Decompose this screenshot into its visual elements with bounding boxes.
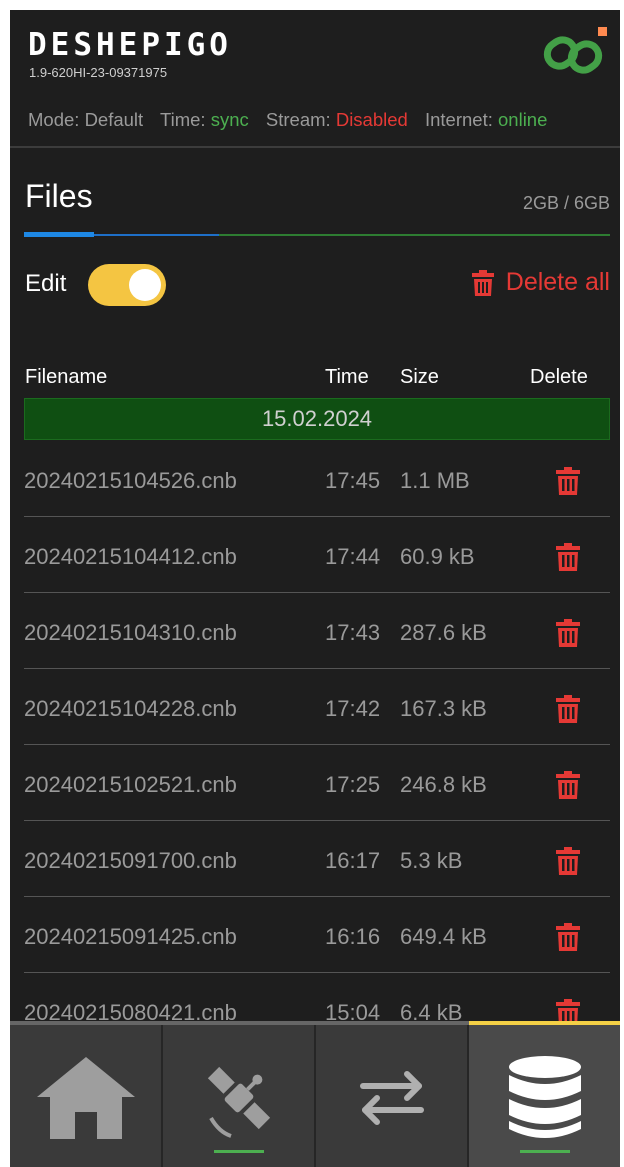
storage-usage: 2GB / 6GB <box>522 193 610 213</box>
time-status: Time: sync <box>160 109 249 130</box>
file-name: 20240215091425.cnb <box>24 924 237 949</box>
file-name: 20240215104228.cnb <box>24 696 237 721</box>
nav-home[interactable] <box>10 1025 163 1167</box>
app-screen: DESHEPIGO 1.9-620HI-23-09371975 Mode: De… <box>10 10 620 1167</box>
mode-label: Mode: <box>28 109 80 130</box>
mode-status: Mode: Default <box>28 109 143 130</box>
column-header-time[interactable]: Time <box>325 366 369 389</box>
internet-label: Internet: <box>424 109 493 130</box>
file-name: 20240215102521.cnb <box>24 772 237 797</box>
file-size: 60.9 kB <box>400 544 475 569</box>
time-value: sync <box>210 109 249 130</box>
trash-icon <box>556 543 580 571</box>
status-bar: Mode: Default Time: sync Stream: Disable… <box>28 109 547 131</box>
file-name: 20240215104310.cnb <box>24 620 237 645</box>
transfer-icon <box>359 1071 424 1125</box>
file-time: 17:45 <box>325 468 381 493</box>
column-header-filename[interactable]: Filename <box>25 366 107 389</box>
internet-value: online <box>498 109 548 130</box>
file-time: 17:42 <box>325 696 381 721</box>
nav-satellite-underline <box>213 1150 264 1153</box>
connection-link-icon[interactable] <box>541 25 611 81</box>
page-title: Files <box>25 178 93 214</box>
stream-value: Disabled <box>335 109 408 130</box>
delete-all-button[interactable]: Delete all <box>471 268 610 297</box>
file-time: 17:43 <box>325 620 381 645</box>
file-list: 20240215104526.cnb 17:45 1.1 MB 20240215104… <box>10 441 620 1049</box>
file-row[interactable]: 20240215102521.cnb 17:25 246.8 kB <box>10 745 620 821</box>
trash-icon <box>556 847 580 875</box>
file-row[interactable]: 20240215091425.cnb 16:16 649.4 kB <box>10 897 620 973</box>
column-header-delete: Delete <box>530 366 588 388</box>
stream-status: Stream: Disabled <box>266 109 408 130</box>
file-row[interactable]: 20240215104228.cnb 17:42 167.3 kB <box>10 669 620 745</box>
edit-toggle-knob <box>129 269 161 301</box>
file-row[interactable]: 20240215104310.cnb 17:43 287.6 kB <box>10 593 620 669</box>
storage-progress-tab-indicator <box>24 232 94 237</box>
file-time: 17:25 <box>325 772 381 797</box>
file-size: 246.8 kB <box>400 772 487 797</box>
mode-value: Default <box>84 109 144 130</box>
file-name: 20240215104412.cnb <box>24 544 237 569</box>
trash-icon <box>556 695 580 723</box>
file-time: 16:17 <box>325 848 381 873</box>
internet-status: Internet: online <box>425 109 547 130</box>
file-name: 20240215091700.cnb <box>24 848 237 873</box>
storage-progress-bar <box>24 232 610 238</box>
delete-all-label: Delete all <box>505 268 610 296</box>
header: DESHEPIGO 1.9-620HI-23-09371975 Mode: De… <box>10 10 620 146</box>
trash-icon <box>556 619 580 647</box>
home-icon <box>36 1057 135 1139</box>
file-time: 16:16 <box>325 924 381 949</box>
nav-transfer[interactable] <box>316 1025 469 1167</box>
nav-files[interactable] <box>469 1021 620 1167</box>
column-header-size[interactable]: Size <box>400 366 439 389</box>
nav-files-underline <box>519 1150 570 1153</box>
file-time: 17:44 <box>325 544 381 569</box>
stream-label: Stream: <box>265 109 331 130</box>
device-serial: 1.9-620HI-23-09371975 <box>29 65 168 80</box>
time-label: Time: <box>160 109 206 130</box>
app-logo: DESHEPIGO <box>28 27 232 63</box>
nav-satellite[interactable] <box>163 1025 316 1167</box>
file-size: 287.6 kB <box>400 620 487 645</box>
file-size: 649.4 kB <box>400 924 487 949</box>
file-row[interactable]: 20240215091700.cnb 16:17 5.3 kB <box>10 821 620 897</box>
file-row[interactable]: 20240215104526.cnb 17:45 1.1 MB <box>10 441 620 517</box>
trash-icon <box>556 923 580 951</box>
bottom-navigation <box>10 1021 620 1167</box>
header-divider <box>10 146 620 148</box>
trash-icon <box>556 467 580 495</box>
date-group-header: 15.02.2024 <box>24 398 610 440</box>
trash-icon <box>471 269 494 296</box>
database-icon <box>508 1056 581 1138</box>
edit-label: Edit <box>25 270 67 297</box>
satellite-icon <box>207 1066 270 1138</box>
edit-toggle[interactable] <box>88 264 166 306</box>
file-size: 5.3 kB <box>400 848 463 873</box>
file-size: 1.1 MB <box>400 468 470 493</box>
file-size: 167.3 kB <box>400 696 487 721</box>
trash-icon <box>556 771 580 799</box>
file-name: 20240215104526.cnb <box>24 468 237 493</box>
file-row[interactable]: 20240215104412.cnb 17:44 60.9 kB <box>10 517 620 593</box>
